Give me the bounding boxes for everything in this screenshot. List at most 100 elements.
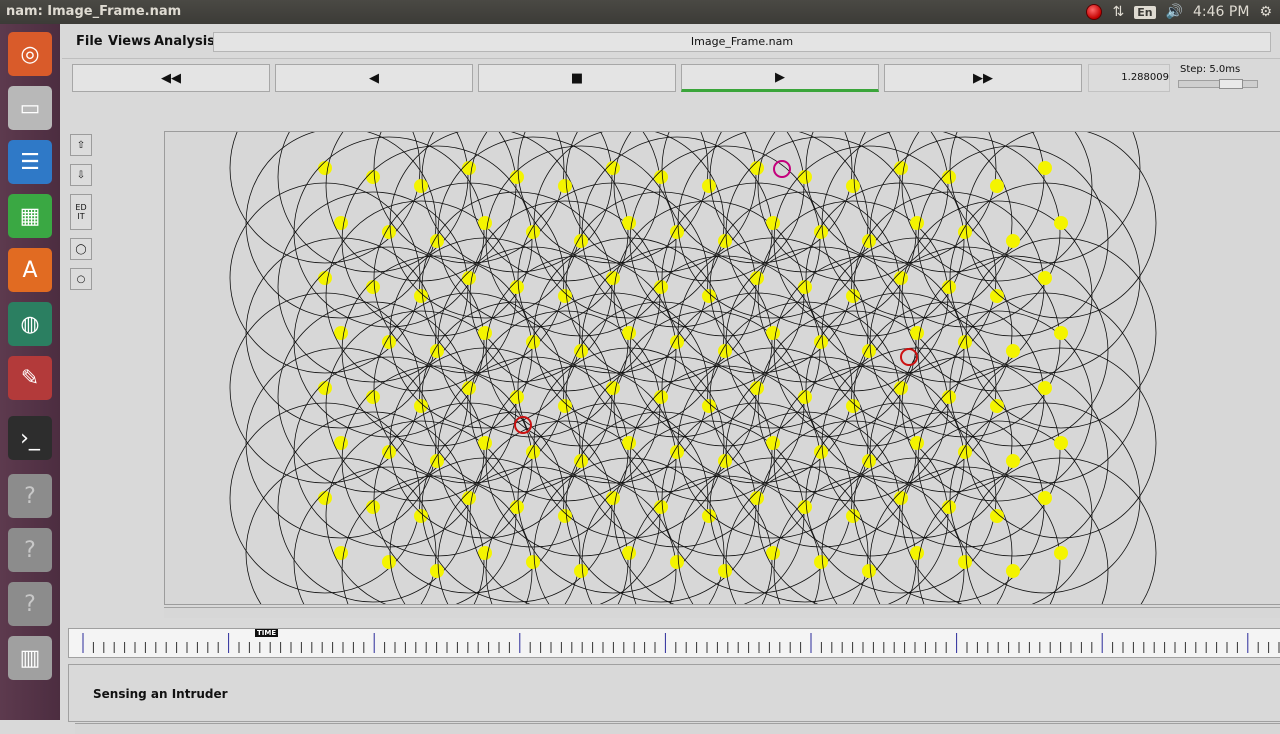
sensor-node[interactable] [846,399,860,413]
step-slider-thumb[interactable] [1219,79,1243,89]
time-marker[interactable]: TIME [255,629,279,637]
menu-views[interactable]: Views [108,34,151,49]
sensor-node[interactable] [718,564,732,578]
sensor-node[interactable] [510,280,524,294]
sensor-node[interactable] [990,179,1004,193]
sensor-node[interactable] [558,399,572,413]
sensor-node[interactable] [1038,381,1052,395]
sensor-node[interactable] [798,170,812,184]
sensor-node[interactable] [606,381,620,395]
network-icon[interactable]: ⇅ [1112,4,1124,20]
sensor-node[interactable] [1038,271,1052,285]
sensor-node[interactable] [654,170,668,184]
language-indicator[interactable]: En [1134,5,1156,19]
sensor-node[interactable] [862,564,876,578]
sensor-node[interactable] [750,161,764,175]
unknown-app-icon[interactable]: ? [8,582,52,626]
sensor-node[interactable] [798,390,812,404]
sensor-node[interactable] [1038,161,1052,175]
sensor-node[interactable] [894,381,908,395]
sensor-node[interactable] [558,179,572,193]
sensor-node[interactable] [414,399,428,413]
rewind-button[interactable]: ◀◀ [72,64,270,92]
software-center-icon[interactable]: A [8,248,52,292]
sensor-node[interactable] [1006,564,1020,578]
sensor-node[interactable] [894,271,908,285]
sensor-node[interactable] [366,280,380,294]
zoom-in-icon[interactable]: ⇧ [70,134,92,156]
sensor-node[interactable] [750,381,764,395]
sensor-node[interactable] [606,161,620,175]
step-slider[interactable] [1178,79,1258,89]
small-circle-tool-icon[interactable]: ○ [70,268,92,290]
fast-forward-button[interactable]: ▶▶ [884,64,1082,92]
sensor-node[interactable] [990,289,1004,303]
sensor-node[interactable] [798,280,812,294]
settings-icon[interactable]: ✎ [8,356,52,400]
sensor-node[interactable] [654,500,668,514]
sensor-node[interactable] [654,280,668,294]
sensor-node[interactable] [382,555,396,569]
files-icon[interactable]: ▭ [8,86,52,130]
sensor-node[interactable] [318,381,332,395]
sensor-node[interactable] [942,280,956,294]
menu-file[interactable]: File [76,34,103,49]
sensor-node[interactable] [958,555,972,569]
sensor-node[interactable] [1006,234,1020,248]
ubuntu-logo-icon[interactable]: ◎ [8,32,52,76]
sensor-node[interactable] [846,179,860,193]
sensor-node[interactable] [462,271,476,285]
calc-icon[interactable]: ▦ [8,194,52,238]
sensor-node[interactable] [702,289,716,303]
sensor-node[interactable] [654,390,668,404]
sensor-node[interactable] [510,390,524,404]
sensor-node[interactable] [462,381,476,395]
annotation-scrollbar[interactable] [75,723,1280,734]
sensor-node[interactable] [702,179,716,193]
sensor-node[interactable] [1054,436,1068,450]
menu-analysis[interactable]: Analysis [154,34,215,49]
sensor-node[interactable] [558,289,572,303]
sensor-node[interactable] [510,170,524,184]
sensor-node[interactable] [798,500,812,514]
zoom-out-icon[interactable]: ⇩ [70,164,92,186]
sensor-node[interactable] [558,509,572,523]
horizontal-scrollbar[interactable] [164,607,1280,618]
sensor-node[interactable] [430,564,444,578]
sensor-node[interactable] [318,271,332,285]
step-control[interactable]: Step: 5.0ms [1174,62,1262,92]
record-icon[interactable] [1086,4,1103,20]
browser-icon[interactable]: ◍ [8,302,52,346]
play-button[interactable]: ▶ [681,64,879,92]
sensor-node[interactable] [750,491,764,505]
sensor-node[interactable] [702,509,716,523]
sensor-node[interactable] [462,491,476,505]
sensor-node[interactable] [1054,216,1068,230]
network-canvas[interactable] [164,131,1280,605]
sensor-node[interactable] [846,509,860,523]
writer-icon[interactable]: ☰ [8,140,52,184]
sensor-node[interactable] [462,161,476,175]
network-graph[interactable] [165,132,1280,604]
sensor-node[interactable] [1054,546,1068,560]
volume-icon[interactable]: 🔊 [1166,4,1183,20]
sensor-node[interactable] [942,500,956,514]
sensor-node[interactable] [414,289,428,303]
circle-tool-icon[interactable]: ◯ [70,238,92,260]
sensor-node[interactable] [894,491,908,505]
sensor-node[interactable] [1054,326,1068,340]
sensor-node[interactable] [894,161,908,175]
sink-node[interactable] [773,160,791,178]
clock[interactable]: 4:46 PM [1193,4,1249,20]
unknown-app-icon[interactable]: ? [8,528,52,572]
sensor-node[interactable] [318,491,332,505]
sensor-node[interactable] [510,500,524,514]
unknown-app-icon[interactable]: ? [8,474,52,518]
sensor-node[interactable] [990,509,1004,523]
workspace-switcher-icon[interactable]: ▥ [8,636,52,680]
sensor-node[interactable] [990,399,1004,413]
sensor-node[interactable] [1006,454,1020,468]
sensor-node[interactable] [366,390,380,404]
terminal-icon[interactable]: ›_ [8,416,52,460]
edit-tool[interactable]: ED IT [70,194,92,230]
